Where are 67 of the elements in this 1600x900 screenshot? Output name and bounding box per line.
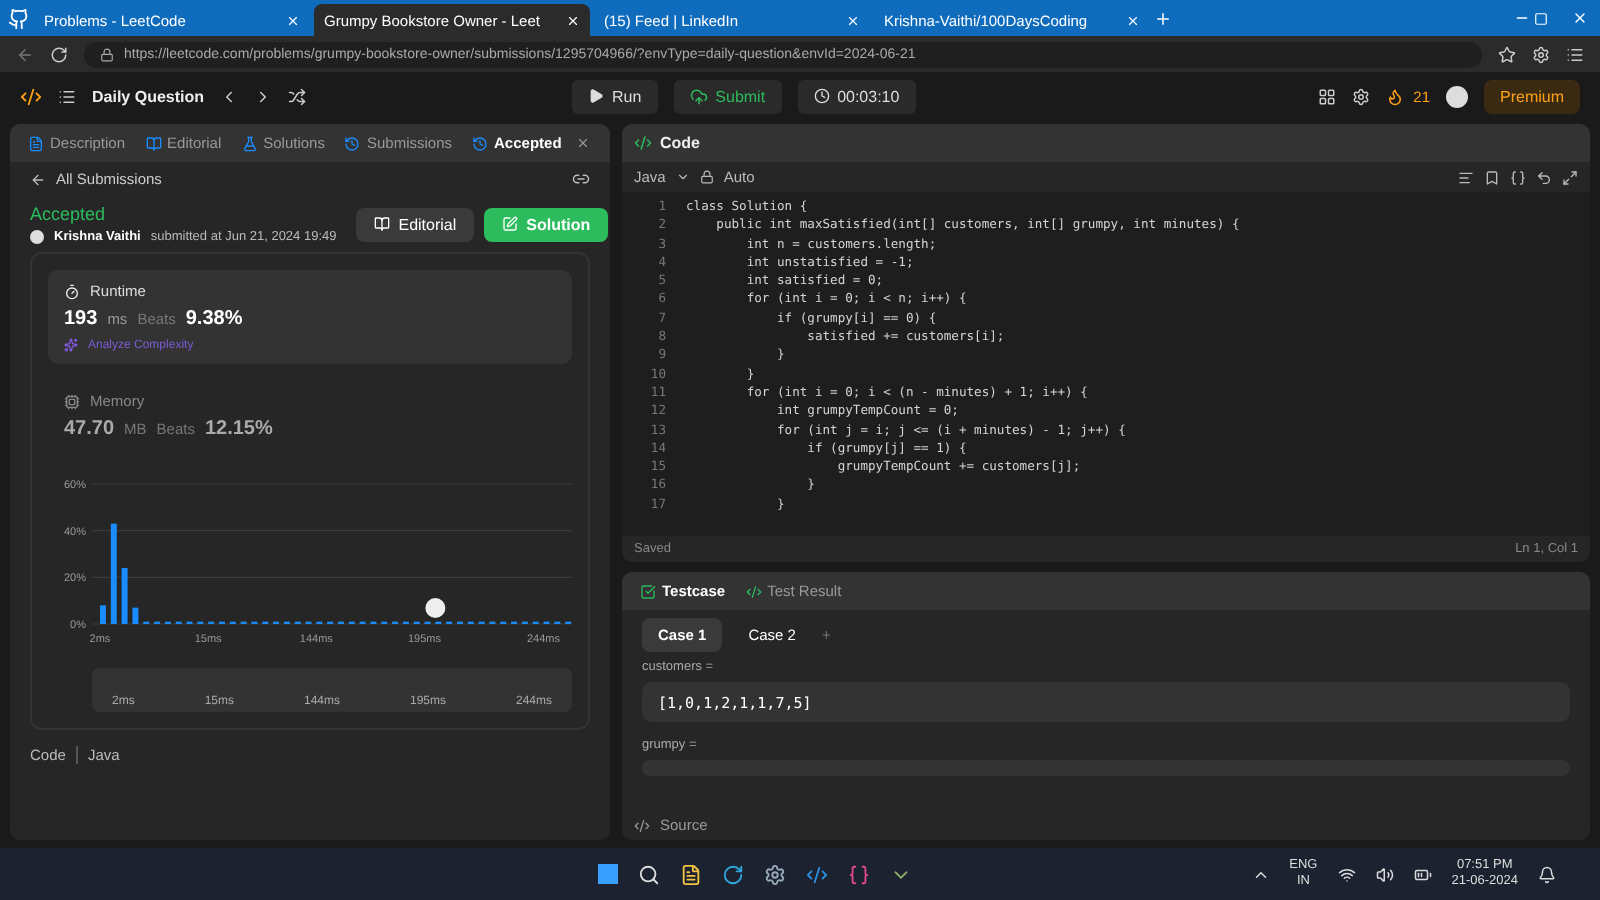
chart-bar (121, 568, 128, 624)
chart-bar (132, 607, 139, 624)
lock-icon[interactable] (699, 170, 714, 184)
chart-bar (110, 523, 117, 624)
undo-icon[interactable] (1536, 169, 1552, 185)
editorial-button[interactable]: Editorial (356, 207, 475, 241)
back-icon[interactable] (16, 45, 34, 63)
chart-bar (100, 605, 106, 624)
star-icon[interactable] (1498, 45, 1516, 63)
settings-icon[interactable] (763, 863, 786, 885)
pen-icon (502, 216, 519, 232)
tab-icon (472, 135, 489, 151)
code-icon (745, 583, 762, 599)
wifi-icon[interactable] (1337, 865, 1356, 883)
lock-icon (100, 47, 114, 61)
braces-icon[interactable] (1510, 169, 1526, 185)
tab-icon (145, 135, 162, 151)
layout-icon[interactable] (1317, 87, 1336, 105)
chevron-down-icon[interactable] (675, 170, 690, 184)
profile-icon[interactable] (8, 7, 30, 29)
shuffle-icon[interactable] (288, 87, 307, 105)
flame-icon (1385, 87, 1404, 105)
tab-icon (28, 135, 44, 151)
checkbox-icon (640, 583, 656, 599)
search-icon[interactable] (637, 863, 660, 885)
memory-value: 47.70 (64, 418, 115, 440)
list-icon[interactable] (58, 87, 76, 105)
battery-icon[interactable] (1413, 865, 1432, 883)
code-icon (634, 134, 652, 152)
format-icon[interactable] (1458, 169, 1474, 185)
book-icon (374, 216, 391, 232)
logo-icon[interactable] (20, 85, 42, 107)
premium-button[interactable]: Premium (1484, 79, 1581, 113)
clock-icon (813, 88, 830, 104)
expand-icon[interactable] (1562, 169, 1578, 185)
bell-icon[interactable] (1538, 865, 1556, 883)
submit-button[interactable]: Submit (673, 79, 782, 113)
status-text: Accepted (30, 204, 108, 224)
chip-icon (64, 393, 80, 409)
start-icon[interactable] (597, 864, 618, 884)
sparkle-icon (64, 338, 78, 352)
settings-icon[interactable] (1532, 45, 1550, 63)
link-icon[interactable] (572, 170, 590, 188)
runtime-beats: 9.38% (185, 308, 243, 330)
tab-icon (344, 135, 361, 151)
bookmark-icon[interactable] (1484, 169, 1500, 185)
runtime-value: 193 (64, 308, 98, 330)
volume-icon[interactable] (1375, 865, 1394, 883)
problem-list-title[interactable]: Daily Question (92, 87, 205, 105)
run-button[interactable]: Run (571, 79, 658, 113)
avatar-icon (30, 230, 44, 244)
panel-title: Code (660, 134, 700, 152)
menu-icon[interactable] (1566, 45, 1584, 63)
reload-icon[interactable] (50, 45, 68, 63)
memory-beats: 12.15% (204, 418, 273, 440)
clock-icon (64, 283, 80, 299)
settings-icon[interactable] (1351, 87, 1370, 105)
tab-icon (241, 135, 258, 151)
avatar-icon[interactable] (1446, 85, 1468, 107)
cloud-upload-icon (689, 87, 708, 105)
timer-button[interactable]: 00:03:10 (797, 79, 916, 113)
maximize-icon[interactable] (1534, 11, 1548, 25)
play-icon (587, 88, 604, 104)
code-icon (634, 817, 650, 833)
new-tab-icon[interactable] (1154, 9, 1172, 27)
avatar-icon (425, 598, 446, 618)
back-icon[interactable] (30, 171, 46, 187)
